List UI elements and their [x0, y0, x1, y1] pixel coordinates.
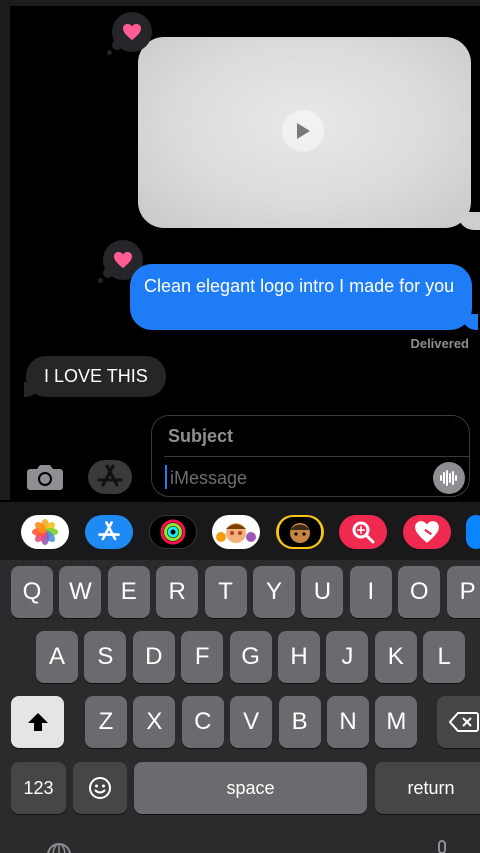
tapback-tail-dot: [107, 50, 112, 55]
camera-button[interactable]: [25, 460, 65, 494]
key-i[interactable]: I: [349, 566, 392, 618]
emoji-icon: [89, 777, 111, 799]
space-key[interactable]: space: [134, 762, 367, 814]
screen-edge-top: [0, 0, 480, 6]
animoji-app-icon[interactable]: [276, 515, 324, 549]
waveform-icon: [440, 470, 457, 486]
key-n[interactable]: N: [327, 696, 369, 748]
key-w[interactable]: W: [59, 566, 102, 618]
key-d[interactable]: D: [132, 631, 175, 683]
key-a[interactable]: A: [36, 631, 78, 683]
heart-icon: [114, 251, 132, 269]
globe-icon[interactable]: [46, 842, 72, 853]
key-x[interactable]: X: [133, 696, 176, 748]
message-field[interactable]: iMessage: [170, 468, 247, 489]
app-store-icon: [97, 464, 123, 487]
activity-app-icon[interactable]: [149, 515, 197, 549]
dictation-icon[interactable]: [435, 840, 449, 853]
play-icon: [297, 123, 310, 139]
key-e[interactable]: E: [107, 566, 150, 618]
digital-touch-app-icon[interactable]: [403, 515, 451, 549]
key-r[interactable]: R: [156, 566, 199, 618]
key-m[interactable]: M: [375, 696, 418, 748]
text-caret: [165, 465, 167, 489]
subject-field[interactable]: Subject: [168, 426, 233, 447]
keyboard: QWERTYUIOP ASDFGHJKL ZXCVBNM 123 space r…: [0, 560, 480, 853]
incoming-message-bubble[interactable]: I LOVE THIS: [26, 356, 166, 397]
delivered-status: Delivered: [410, 336, 469, 351]
backspace-icon: [448, 712, 479, 732]
key-p[interactable]: P: [446, 566, 480, 618]
key-o[interactable]: O: [398, 566, 441, 618]
key-g[interactable]: G: [229, 631, 272, 683]
key-v[interactable]: V: [230, 696, 273, 748]
key-t[interactable]: T: [204, 566, 247, 618]
app-store-app-icon[interactable]: [85, 515, 133, 549]
audio-message-button[interactable]: [433, 462, 465, 494]
play-button[interactable]: [282, 110, 324, 152]
app-store-button[interactable]: [88, 460, 132, 494]
message-composer[interactable]: Subject iMessage: [151, 415, 470, 497]
key-u[interactable]: U: [301, 566, 344, 618]
key-j[interactable]: J: [326, 631, 369, 683]
screen-edge-left: [0, 0, 10, 500]
key-l[interactable]: L: [423, 631, 466, 683]
emoji-key[interactable]: [73, 762, 127, 814]
outgoing-message-bubble[interactable]: Clean elegant logo intro I made for you: [130, 264, 472, 330]
key-y[interactable]: Y: [253, 566, 295, 618]
key-f[interactable]: F: [181, 631, 224, 683]
shift-icon: [27, 713, 48, 731]
video-heart-reaction[interactable]: [112, 12, 152, 52]
return-key[interactable]: return: [375, 762, 480, 814]
heart-icon: [123, 23, 141, 41]
space-key-label: space: [226, 777, 275, 798]
video-bubble-tail: [458, 212, 480, 230]
composer-divider: [164, 456, 469, 457]
camera-icon: [27, 465, 63, 490]
numbers-key-label: 123: [23, 777, 54, 798]
numbers-key[interactable]: 123: [11, 762, 66, 814]
shift-key[interactable]: [11, 696, 64, 748]
key-c[interactable]: C: [181, 696, 224, 748]
return-key-label: return: [407, 777, 455, 798]
key-k[interactable]: K: [374, 631, 417, 683]
imessage-apps-drawer: [0, 502, 480, 560]
memoji-app-icon[interactable]: [212, 515, 260, 549]
photos-app-icon[interactable]: [21, 515, 69, 549]
delete-key[interactable]: [437, 696, 480, 748]
key-b[interactable]: B: [278, 696, 321, 748]
tapback-tail-dot: [98, 278, 103, 283]
more-apps-icon[interactable]: [466, 515, 480, 549]
image-search-app-icon[interactable]: [339, 515, 387, 549]
key-q[interactable]: Q: [11, 566, 53, 618]
key-s[interactable]: S: [84, 631, 127, 683]
key-z[interactable]: Z: [85, 696, 127, 748]
key-h[interactable]: H: [278, 631, 320, 683]
